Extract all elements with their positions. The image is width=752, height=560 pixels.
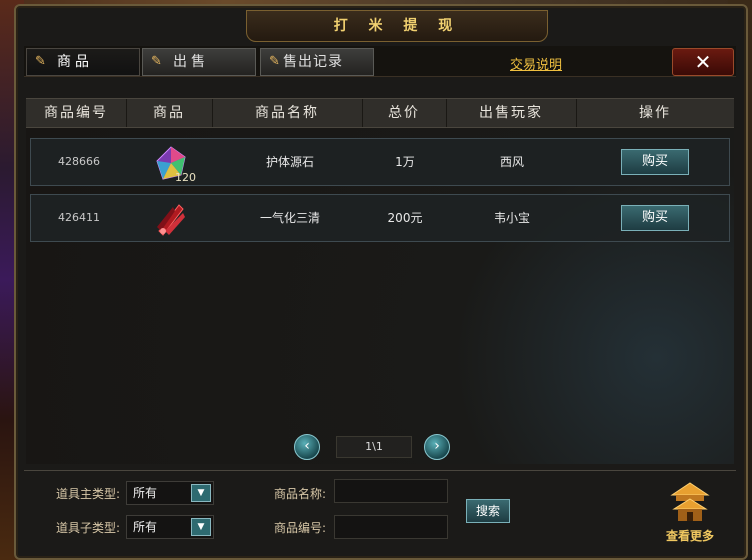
- chevron-down-icon[interactable]: ▼: [191, 518, 211, 536]
- tab-sell[interactable]: ✎ 出售: [142, 48, 256, 76]
- pavilion-icon: [670, 482, 710, 521]
- header-item: 商品: [126, 99, 213, 127]
- item-code-label: 商品编号:: [274, 521, 327, 535]
- search-button[interactable]: 搜索: [466, 499, 510, 523]
- header-seller: 出售玩家: [446, 99, 577, 127]
- item-quantity: 120: [175, 171, 196, 184]
- window-title-bar: 打 米 提 现: [246, 10, 548, 42]
- next-page-button[interactable]: ›: [424, 434, 450, 460]
- header-total-price: 总价: [362, 99, 447, 127]
- item-name-label: 商品名称:: [274, 487, 327, 501]
- item-id: 426411: [58, 211, 100, 224]
- view-more-label: 查看更多: [665, 529, 714, 543]
- main-type-value: 所有: [133, 486, 158, 500]
- tab-sell-label: 出售: [173, 54, 209, 70]
- sub-type-select[interactable]: 所有 ▼: [126, 515, 214, 539]
- tab-goods[interactable]: ✎ 商品: [26, 48, 140, 76]
- main-type-select[interactable]: 所有 ▼: [126, 481, 214, 505]
- item-name: 一气化三清: [259, 211, 320, 225]
- tab-bar: ✎ 商品 ✎ 出售 ✎ 售出记录 交易说明 ✕: [24, 46, 736, 77]
- window-title: 打 米 提 现: [333, 18, 461, 34]
- main-type-label: 道具主类型:: [56, 487, 121, 501]
- tab-sold-records[interactable]: ✎ 售出记录: [260, 48, 374, 76]
- table-header: 商品编号 商品 商品名称 总价 出售玩家 操作: [26, 98, 734, 128]
- blade-icon[interactable]: [153, 201, 189, 237]
- sub-type-value: 所有: [133, 520, 158, 534]
- tab-goods-label: 商品: [57, 54, 93, 70]
- chevron-down-icon[interactable]: ▼: [191, 484, 211, 502]
- page-indicator: 1\1: [336, 436, 412, 458]
- chevron-right-icon: ›: [434, 438, 440, 454]
- view-more-button[interactable]: 查看更多: [660, 481, 720, 547]
- listing-area: 428666 120 护体源石 1万 西风 购买 426411 一气化三清 20…: [26, 128, 734, 464]
- item-seller: 西风: [499, 155, 524, 169]
- item-code-input[interactable]: [334, 515, 448, 539]
- tab-sold-records-label: 售出记录: [283, 54, 343, 70]
- table-row: 426411 一气化三清 200元 韦小宝 购买: [30, 194, 730, 242]
- table-row: 428666 120 护体源石 1万 西风 购买: [30, 138, 730, 186]
- hammer-icon: ✎: [35, 54, 46, 69]
- item-seller: 韦小宝: [493, 211, 530, 225]
- close-button[interactable]: ✕: [672, 48, 734, 76]
- item-name: 护体源石: [265, 155, 314, 169]
- header-action: 操作: [639, 105, 671, 121]
- hammer-icon: ✎: [151, 54, 162, 69]
- sub-type-label: 道具子类型:: [56, 521, 121, 535]
- item-name-input[interactable]: [334, 479, 448, 503]
- item-price: 200元: [387, 211, 423, 225]
- header-item-id: 商品编号: [26, 99, 127, 127]
- buy-button[interactable]: 购买: [621, 149, 689, 175]
- item-price: 1万: [395, 155, 415, 169]
- header-item-name: 商品名称: [212, 99, 363, 127]
- filter-panel: 道具主类型: 所有 ▼ 道具子类型: 所有 ▼ 商品名称: 商品编号: 搜索 查…: [24, 470, 736, 553]
- trade-guide-link[interactable]: 交易说明: [510, 54, 562, 73]
- item-id: 428666: [58, 155, 100, 168]
- close-icon: ✕: [694, 50, 712, 74]
- hammer-icon: ✎: [269, 54, 280, 69]
- prev-page-button[interactable]: ‹: [294, 434, 320, 460]
- chevron-left-icon: ‹: [304, 438, 310, 454]
- buy-button[interactable]: 购买: [621, 205, 689, 231]
